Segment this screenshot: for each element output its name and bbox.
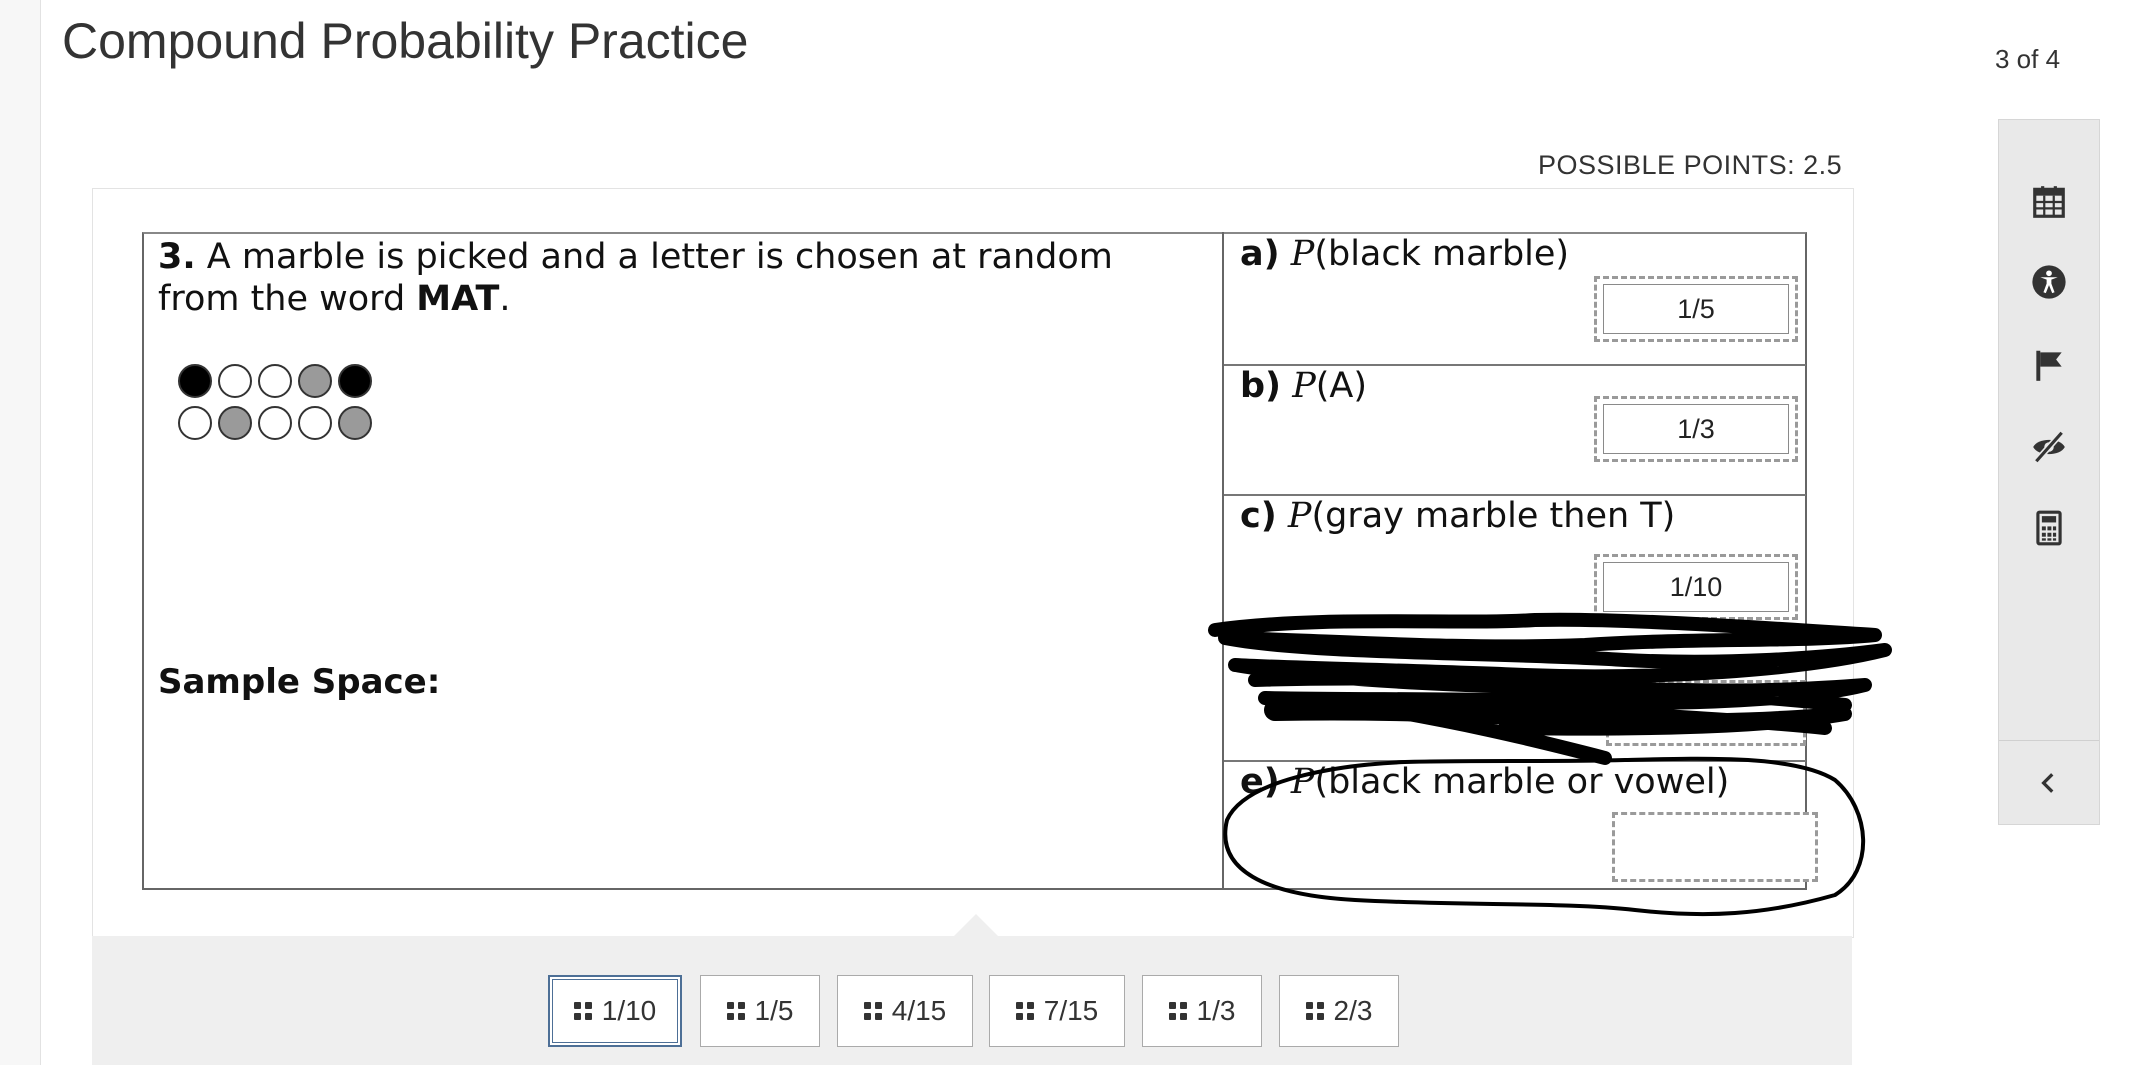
answer-chip-1-3[interactable]: 1/3 — [1142, 975, 1262, 1047]
part-b-label: b) P(A) — [1240, 366, 1368, 406]
marble-gray — [298, 364, 332, 398]
question-end: . — [499, 279, 511, 319]
page-indicator: 3 of 4 — [1995, 44, 2061, 74]
answer-b-value[interactable]: 1/3 — [1603, 404, 1789, 454]
drag-handle-icon — [863, 1002, 882, 1020]
accessibility-icon[interactable] — [1999, 242, 2099, 322]
marble-black — [338, 364, 372, 398]
part-a: a) P(black marble) 1/5 — [1224, 234, 1806, 366]
answer-chip-1-5[interactable]: 1/5 — [700, 975, 820, 1047]
marble-white — [298, 406, 332, 440]
question-number: 3. — [158, 237, 196, 277]
answer-a-value[interactable]: 1/5 — [1603, 284, 1789, 334]
drag-handle-icon — [1305, 1002, 1324, 1020]
tool-rail — [1998, 119, 2100, 825]
drag-handle-icon — [573, 1002, 592, 1020]
question-text: 3. A marble is picked and a letter is ch… — [158, 236, 1188, 320]
marble-black — [178, 364, 212, 398]
drag-handle-icon — [1168, 1002, 1187, 1020]
drag-handle-icon — [726, 1002, 745, 1020]
answer-chip-label: 1/3 — [1196, 995, 1236, 1026]
answer-chip-2-3[interactable]: 2/3 — [1279, 975, 1399, 1047]
answer-chip-label: 7/15 — [1043, 995, 1099, 1026]
answer-chip-label: 1/10 — [601, 995, 657, 1026]
answer-chip-7-15[interactable]: 7/15 — [989, 975, 1125, 1047]
marble-white — [258, 364, 292, 398]
marble-gray — [218, 406, 252, 440]
answer-chip-4-15[interactable]: 4/15 — [837, 975, 973, 1047]
marble-white — [178, 406, 212, 440]
flag-icon[interactable] — [1999, 325, 2099, 405]
eye-off-icon[interactable] — [1999, 407, 2099, 487]
page-title: Compound Probability Practice — [62, 13, 749, 69]
calculator-icon[interactable] — [1999, 488, 2099, 568]
marble-white — [218, 364, 252, 398]
answer-drop-zone-b[interactable]: 1/3 — [1594, 396, 1798, 462]
rail-divider — [1999, 740, 2099, 741]
answer-c-value[interactable]: 1/10 — [1603, 562, 1789, 612]
drag-handle-icon — [1015, 1002, 1034, 1020]
marble-gray — [338, 406, 372, 440]
answer-chip-1-10[interactable]: 1/10 — [548, 975, 682, 1047]
answer-drop-zone-a[interactable]: 1/5 — [1594, 276, 1798, 342]
answer-chip-label: 4/15 — [891, 995, 947, 1026]
possible-points: POSSIBLE POINTS: 2.5 — [1538, 150, 1843, 180]
part-a-label: a) P(black marble) — [1240, 234, 1570, 274]
scribble-annotation — [1208, 612, 1892, 917]
question-body: A marble is picked and a letter is chose… — [158, 237, 1113, 319]
chevron-left-icon[interactable] — [1999, 742, 2099, 824]
marble-white — [258, 406, 292, 440]
part-b: b) P(A) 1/3 — [1224, 366, 1806, 496]
part-c-label: c) P(gray marble then T) — [1240, 496, 1676, 536]
tray-pointer — [952, 914, 1000, 938]
question-word: MAT — [416, 279, 500, 319]
answer-chip-label: 1/5 — [754, 995, 794, 1026]
answer-chip-label: 2/3 — [1333, 995, 1373, 1026]
calendar-icon[interactable] — [1999, 162, 2099, 242]
sample-space-label: Sample Space: — [158, 662, 441, 702]
part-c: c) P(gray marble then T) 1/10 — [1224, 496, 1806, 620]
